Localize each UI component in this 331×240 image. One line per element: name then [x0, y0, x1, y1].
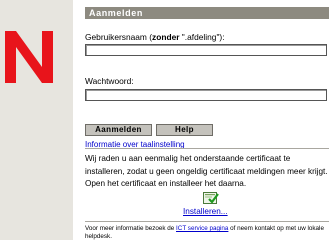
certificate-icon[interactable]	[203, 191, 219, 205]
footer-text: Voor meer informatie bezoek de ICT servi…	[85, 225, 324, 240]
divider	[85, 148, 329, 149]
certificate-notice: Wij raden u aan eenmalig het onderstaand…	[85, 154, 328, 188]
username-label: Gebruikersnaam (zonder ".afdeling"):	[85, 32, 225, 42]
login-header: Aanmelden	[85, 7, 329, 19]
install-certificate-link[interactable]: Installeren...	[183, 207, 228, 217]
sidebar-panel	[0, 0, 73, 240]
login-panel: Aanmelden Gebruikersnaam (zonder ".afdel…	[85, 7, 329, 240]
login-button[interactable]: Aanmelden	[85, 124, 152, 136]
footer-divider	[85, 221, 329, 222]
ict-service-link[interactable]: ICT service pagina	[176, 225, 228, 232]
help-button[interactable]: Help	[156, 124, 213, 136]
novell-logo-icon	[5, 31, 53, 83]
username-input[interactable]	[85, 44, 327, 56]
password-label: Wachtwoord:	[85, 76, 134, 86]
password-input[interactable]	[85, 89, 327, 101]
